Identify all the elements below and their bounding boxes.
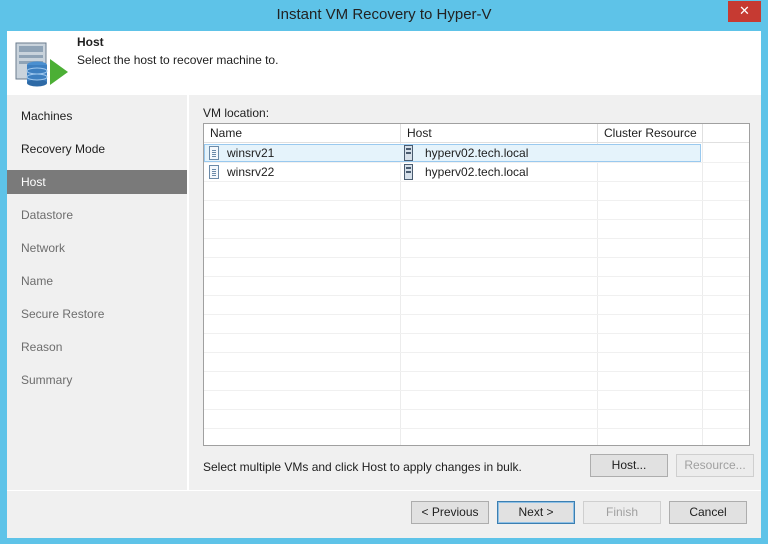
empty-row — [204, 353, 749, 372]
page-subtitle: Select the host to recover machine to. — [77, 53, 279, 67]
step-secure-restore: Secure Restore — [21, 307, 105, 321]
empty-row — [204, 201, 749, 220]
next-button[interactable]: Next > — [497, 501, 575, 524]
server-icon — [404, 164, 413, 180]
wizard-header: Host Select the host to recover machine … — [7, 31, 761, 95]
window-title: Instant VM Recovery to Hyper-V — [276, 6, 492, 23]
vm-name-cell: winsrv22 — [227, 165, 275, 179]
title-bar[interactable]: Instant VM Recovery to Hyper-V ✕ — [0, 0, 768, 31]
vm-location-label: VM location: — [203, 106, 270, 120]
empty-row — [204, 410, 749, 429]
close-button[interactable]: ✕ — [728, 1, 761, 22]
host-step-panel: VM location: Name Host Cluster Resource … — [187, 95, 761, 490]
step-summary: Summary — [21, 373, 73, 387]
step-datastore: Datastore — [21, 208, 74, 222]
column-header-name[interactable]: Name — [204, 124, 401, 143]
step-network: Network — [21, 241, 66, 255]
empty-row — [204, 220, 749, 239]
empty-row — [204, 334, 749, 353]
table-row[interactable]: winsrv22 hyperv02.tech.local — [204, 163, 749, 182]
server-icon — [404, 145, 413, 161]
step-recovery-mode[interactable]: Recovery Mode — [7, 137, 187, 161]
step-name: Name — [21, 274, 54, 288]
empty-row — [204, 315, 749, 334]
vm-icon — [209, 165, 219, 179]
wizard-steps: Machines Recovery Mode Host Datastore Ne… — [7, 95, 187, 490]
resource-button[interactable]: Resource... — [676, 454, 754, 477]
step-host[interactable]: Host — [7, 170, 187, 194]
step-machines[interactable]: Machines — [7, 104, 187, 128]
step-reason: Reason — [21, 340, 63, 354]
table-header: Name Host Cluster Resource — [204, 124, 749, 143]
empty-row — [204, 277, 749, 296]
column-header-host[interactable]: Host — [401, 124, 598, 143]
column-header-cluster-resource[interactable]: Cluster Resource — [598, 124, 703, 143]
empty-row — [204, 372, 749, 391]
empty-row — [204, 239, 749, 258]
table-row[interactable]: winsrv21 hyperv02.tech.local — [204, 144, 749, 163]
wizard-client: Host Select the host to recover machine … — [7, 31, 761, 538]
empty-row — [204, 296, 749, 315]
host-button[interactable]: Host... — [590, 454, 668, 477]
wizard-window: Instant VM Recovery to Hyper-V ✕ Host Se… — [0, 0, 768, 544]
finish-button[interactable]: Finish — [583, 501, 661, 524]
host-cell: hyperv02.tech.local — [425, 146, 529, 160]
empty-row — [204, 182, 749, 201]
empty-row — [204, 391, 749, 410]
page-title: Host — [77, 35, 104, 49]
vm-name-cell: winsrv21 — [227, 146, 275, 160]
previous-button[interactable]: < Previous — [411, 501, 489, 524]
cancel-button[interactable]: Cancel — [669, 501, 747, 524]
empty-row — [204, 258, 749, 277]
vm-icon — [209, 146, 219, 160]
vm-location-table[interactable]: Name Host Cluster Resource winsrv21 hype… — [203, 123, 750, 446]
wizard-footer: < Previous Next > Finish Cancel — [7, 490, 761, 538]
host-database-icon — [15, 42, 68, 87]
bulk-hint-text: Select multiple VMs and click Host to ap… — [203, 460, 522, 474]
close-icon: ✕ — [739, 3, 750, 18]
host-cell: hyperv02.tech.local — [425, 165, 529, 179]
